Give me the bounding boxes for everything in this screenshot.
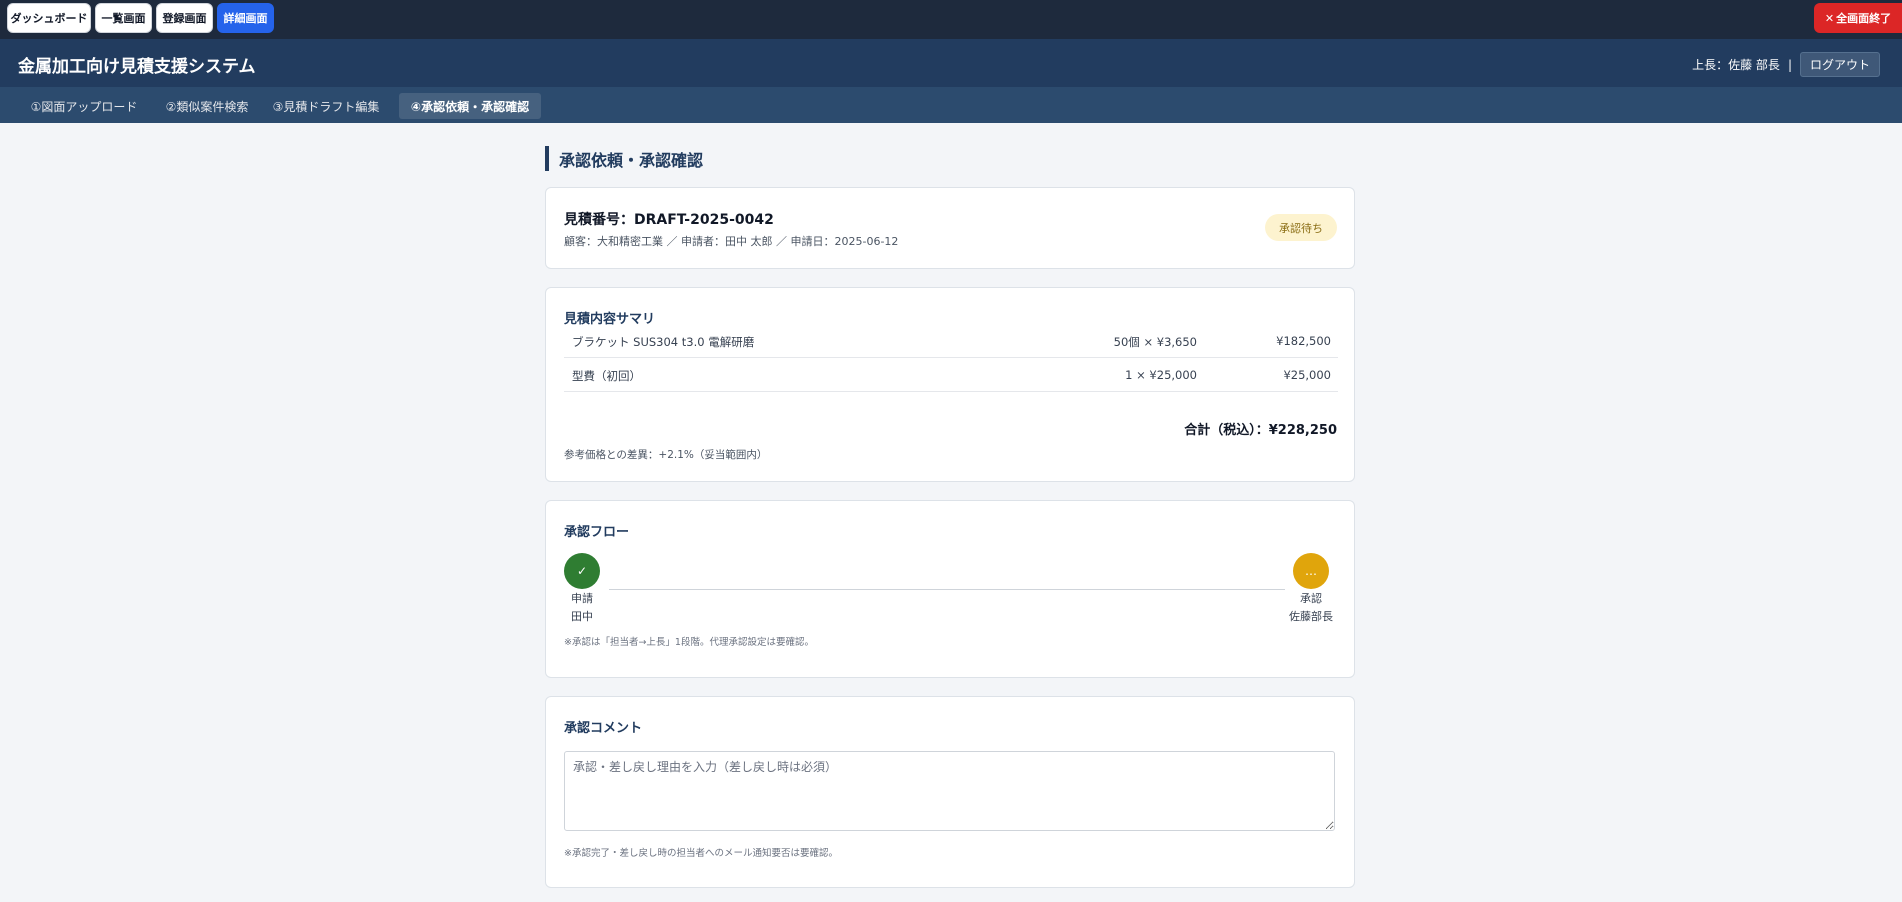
user-area: 上長：佐藤 部長 | ログアウト [1692,52,1880,77]
flow-step-person: 佐藤部長 [1289,610,1333,623]
tab-similar-search[interactable]: ②類似案件検索 [157,93,257,119]
nav-list-button[interactable]: 一覧画面 [95,3,152,33]
check-icon: ✓ [564,553,600,589]
flow-step-role: 承認 [1300,592,1322,605]
item-amount: ¥25,000 [1283,368,1331,382]
app-title: 金属加工向け見積支援システム [18,57,256,77]
close-icon: ✕ [1824,11,1835,25]
tab-approval[interactable]: ④承認依頼・承認確認 [399,93,541,119]
item-name: 型費（初回） [572,369,641,383]
tab-drawing-upload[interactable]: ①図面アップロード [20,93,148,119]
flow-note: ※承認は「担当者→上長」1段階。代理承認設定は要確認。 [564,637,814,648]
close-all-label: 全画面終了 [1836,12,1892,25]
pending-icon: … [1293,553,1329,589]
price-diff-note: 参考価格との差異：+2.1%（妥当範囲内） [564,449,768,461]
item-qty: 1 × ¥25,000 [1125,368,1197,382]
tab-draft-edit[interactable]: ③見積ドラフト編集 [267,93,385,119]
summary-card: 見積内容サマリ ブラケット SUS304 t3.0 電解研磨 50個 × ¥3,… [545,287,1355,482]
approval-flow-card: 承認フロー ✓ 申請 田中 … 承認 佐藤部長 ※承認は「担当者→上長」1段階。… [545,500,1355,678]
item-name: ブラケット SUS304 t3.0 電解研磨 [572,335,755,349]
nav-register-button[interactable]: 登録画面 [156,3,213,33]
comment-input[interactable] [564,751,1335,831]
flow-step-approver: … 承認 佐藤部長 [1281,553,1341,626]
page-title: 承認依頼・承認確認 [545,146,703,171]
user-separator: | [1787,57,1792,72]
comment-title: 承認コメント [564,721,643,736]
quote-number: 見積番号：DRAFT-2025-0042 [564,212,774,228]
app-header: 金属加工向け見積支援システム 上長：佐藤 部長 | ログアウト [0,39,1902,87]
comment-card: 承認コメント ※承認完了・差し戻し時の担当者へのメール通知要否は要確認。 [545,696,1355,888]
screen-switcher-bar: ダッシュボード 一覧画面 登録画面 詳細画面 ✕ 全画面終了 [0,0,1902,39]
close-all-button[interactable]: ✕ 全画面終了 [1814,3,1902,33]
mail-notice-note: ※承認完了・差し戻し時の担当者へのメール通知要否は要確認。 [564,848,838,859]
quote-meta: 顧客：大和精密工業 ／ 申請者：田中 太郎 ／ 申請日：2025-06-12 [564,235,899,248]
nav-detail-button[interactable]: 詳細画面 [217,3,274,33]
flow-step-role: 申請 [571,592,593,605]
current-user: 上長：佐藤 部長 [1692,58,1780,72]
step-tabs: ①図面アップロード ②類似案件検索 ③見積ドラフト編集 ④承認依頼・承認確認 [0,87,1902,123]
flow-step-person: 田中 [571,610,593,623]
flow-step-applicant: ✓ 申請 田中 [552,553,612,626]
quote-info-card: 見積番号：DRAFT-2025-0042 顧客：大和精密工業 ／ 申請者：田中 … [545,187,1355,269]
status-badge: 承認待ち [1265,214,1337,241]
nav-dashboard-button[interactable]: ダッシュボード [7,3,91,33]
logout-button[interactable]: ログアウト [1799,52,1880,77]
item-qty: 50個 × ¥3,650 [1113,335,1197,349]
item-amount: ¥182,500 [1276,334,1331,348]
table-row: 型費（初回） 1 × ¥25,000 ¥25,000 [564,358,1338,392]
flow-connector [609,589,1285,590]
total-amount: 合計（税込）：¥228,250 [1184,423,1337,438]
flow-title: 承認フロー [564,525,630,540]
table-row: ブラケット SUS304 t3.0 電解研磨 50個 × ¥3,650 ¥182… [564,324,1338,358]
